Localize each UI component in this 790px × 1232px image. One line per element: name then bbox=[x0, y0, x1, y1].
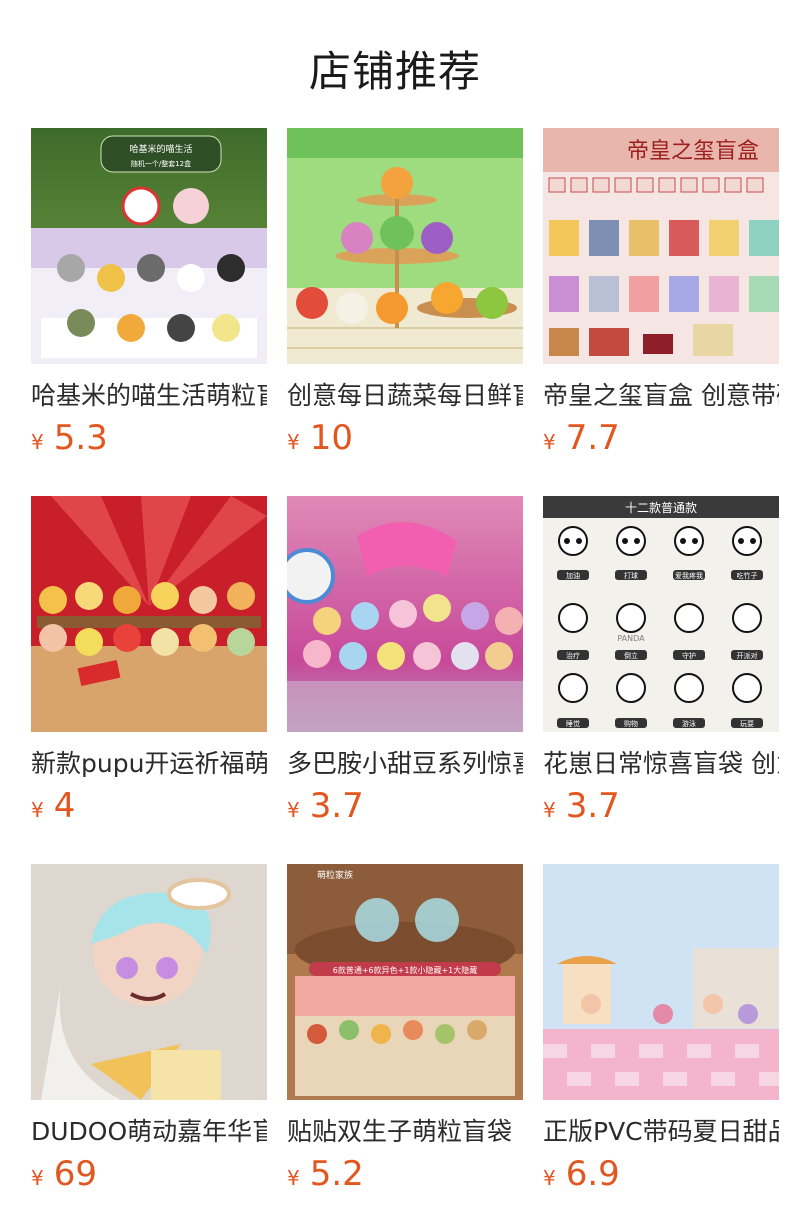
product-image[interactable]: 6款普通+6款异色+1款小隐藏+1大隐藏 萌粒家族 bbox=[287, 864, 523, 1100]
svg-text:游泳: 游泳 bbox=[682, 719, 696, 728]
product-name[interactable]: 正版PVC带码夏日甜品 bbox=[543, 1114, 779, 1150]
svg-text:6款普通+6款异色+1款小隐藏+1大隐藏: 6款普通+6款异色+1款小隐藏+1大隐藏 bbox=[333, 965, 477, 975]
svg-text:萌粒家族: 萌粒家族 bbox=[317, 869, 353, 881]
price-value: 6.9 bbox=[565, 1154, 620, 1194]
product-price: ¥ 7.7 bbox=[543, 418, 779, 462]
svg-text:治疗: 治疗 bbox=[566, 651, 580, 660]
product-price: ¥ 5.3 bbox=[31, 418, 267, 462]
product-name[interactable]: 多巴胺小甜豆系列惊喜 bbox=[287, 746, 523, 782]
product-name[interactable]: 创意每日蔬菜每日鲜盲盒 bbox=[287, 378, 523, 414]
svg-text:十二款普通款: 十二款普通款 bbox=[625, 501, 697, 515]
svg-text:PANDA: PANDA bbox=[617, 634, 645, 643]
currency-symbol: ¥ bbox=[543, 430, 556, 454]
product-price: ¥ 3.7 bbox=[543, 786, 779, 830]
product-image[interactable] bbox=[287, 128, 523, 364]
svg-text:爱我疼我: 爱我疼我 bbox=[675, 571, 703, 580]
svg-text:帝皇之玺盲盒: 帝皇之玺盲盒 bbox=[627, 139, 759, 164]
svg-text:吃竹子: 吃竹子 bbox=[737, 571, 758, 580]
currency-symbol: ¥ bbox=[287, 1166, 300, 1190]
product-image[interactable] bbox=[543, 864, 779, 1100]
product-card[interactable]: 哈基米的喵生活 随机一个/整套12盒 哈基米的喵生活萌粒盲盒 ¥ 5.3 bbox=[31, 128, 267, 496]
product-price: ¥ 3.7 bbox=[287, 786, 523, 830]
price-value: 3.7 bbox=[565, 786, 620, 826]
product-card[interactable]: 多巴胺小甜豆系列惊喜 ¥ 3.7 bbox=[287, 496, 523, 864]
product-name[interactable]: 新款pupu开运祈福萌粒 bbox=[31, 746, 267, 782]
product-card[interactable]: 十二款普通款 加油 打球 爱我疼我 吃竹子 治疗 倒立 守护 开派对 睡觉 购物… bbox=[543, 496, 779, 864]
svg-text:哈基米的喵生活: 哈基米的喵生活 bbox=[129, 143, 192, 155]
price-value: 3.7 bbox=[309, 786, 364, 826]
product-image[interactable] bbox=[31, 496, 267, 732]
product-name[interactable]: 贴贴双生子萌粒盲袋 bbox=[287, 1114, 523, 1150]
price-value: 7.7 bbox=[565, 418, 620, 458]
product-price: ¥ 5.2 bbox=[287, 1154, 523, 1198]
product-name[interactable]: 哈基米的喵生活萌粒盲盒 bbox=[31, 378, 267, 414]
svg-text:打球: 打球 bbox=[624, 571, 638, 580]
svg-text:开派对: 开派对 bbox=[737, 651, 758, 660]
store-recommendation-page: 店铺推荐 哈基米的喵生活 随机一个/整套12盒 哈基米的喵生活萌粒 ¥ 5.3 … bbox=[0, 0, 790, 1232]
product-card[interactable]: 帝皇之玺盲盒 帝皇之玺盲盒 创意带码 ¥ 7.7 bbox=[543, 128, 779, 496]
svg-text:购物: 购物 bbox=[624, 719, 638, 728]
product-price: ¥ 69 bbox=[31, 1154, 267, 1198]
product-card[interactable]: DUDOO萌动嘉年华盲盒 ¥ 69 bbox=[31, 864, 267, 1232]
product-card[interactable]: 新款pupu开运祈福萌粒 ¥ 4 bbox=[31, 496, 267, 864]
product-image[interactable]: 十二款普通款 加油 打球 爱我疼我 吃竹子 治疗 倒立 守护 开派对 睡觉 购物… bbox=[543, 496, 779, 732]
product-card[interactable]: 正版PVC带码夏日甜品 ¥ 6.9 bbox=[543, 864, 779, 1232]
svg-text:倒立: 倒立 bbox=[624, 651, 638, 660]
currency-symbol: ¥ bbox=[543, 1166, 556, 1190]
svg-text:玩耍: 玩耍 bbox=[740, 720, 754, 728]
price-value: 5.3 bbox=[53, 418, 108, 458]
currency-symbol: ¥ bbox=[31, 1166, 44, 1190]
currency-symbol: ¥ bbox=[287, 430, 300, 454]
product-name[interactable]: 花崽日常惊喜盲袋 创意 bbox=[543, 746, 779, 782]
price-value: 69 bbox=[53, 1154, 97, 1194]
price-value: 10 bbox=[309, 418, 353, 458]
product-image[interactable] bbox=[287, 496, 523, 732]
svg-text:加油: 加油 bbox=[566, 571, 580, 580]
product-image[interactable]: 帝皇之玺盲盒 bbox=[543, 128, 779, 364]
product-name[interactable]: DUDOO萌动嘉年华盲盒 bbox=[31, 1114, 267, 1150]
currency-symbol: ¥ bbox=[543, 798, 556, 822]
product-grid: 哈基米的喵生活 随机一个/整套12盒 哈基米的喵生活萌粒盲盒 ¥ 5.3 bbox=[31, 128, 790, 1232]
product-price: ¥ 6.9 bbox=[543, 1154, 779, 1198]
price-value: 4 bbox=[53, 786, 76, 826]
product-price: ¥ 10 bbox=[287, 418, 523, 462]
page-title: 店铺推荐 bbox=[308, 47, 481, 96]
svg-text:随机一个/整套12盒: 随机一个/整套12盒 bbox=[131, 159, 191, 168]
price-value: 5.2 bbox=[309, 1154, 364, 1194]
svg-text:睡觉: 睡觉 bbox=[566, 719, 580, 728]
currency-symbol: ¥ bbox=[31, 798, 44, 822]
product-name[interactable]: 帝皇之玺盲盒 创意带码 bbox=[543, 378, 779, 414]
product-card[interactable]: 创意每日蔬菜每日鲜盲盒 ¥ 10 bbox=[287, 128, 523, 496]
product-image[interactable]: 哈基米的喵生活 随机一个/整套12盒 bbox=[31, 128, 267, 364]
currency-symbol: ¥ bbox=[287, 798, 300, 822]
currency-symbol: ¥ bbox=[31, 430, 44, 454]
product-price: ¥ 4 bbox=[31, 786, 267, 830]
product-card[interactable]: 6款普通+6款异色+1款小隐藏+1大隐藏 萌粒家族 贴贴双生子萌粒盲袋 ¥ 5.… bbox=[287, 864, 523, 1232]
svg-text:守护: 守护 bbox=[682, 651, 696, 660]
product-image[interactable] bbox=[31, 864, 267, 1100]
